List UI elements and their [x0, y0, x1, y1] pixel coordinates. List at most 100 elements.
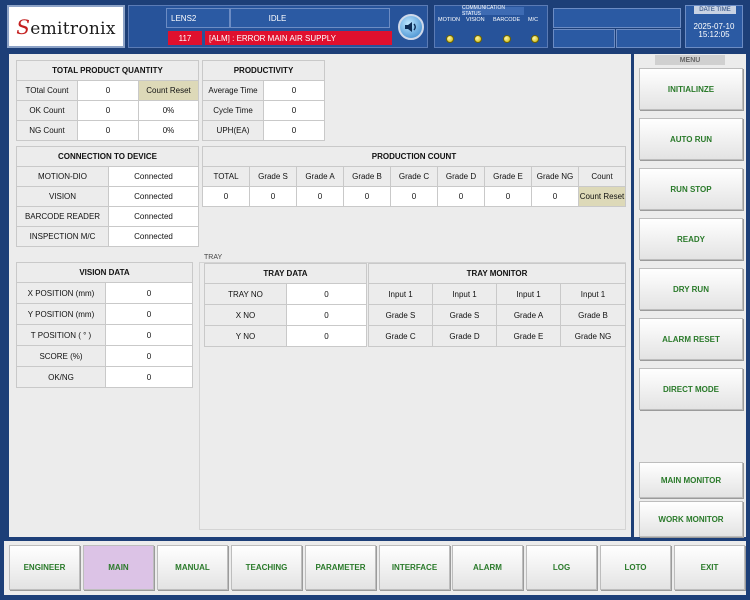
device-label: VISION — [16, 186, 109, 207]
nav-manual-button[interactable]: MANUAL — [157, 545, 228, 590]
nav-interface-button[interactable]: INTERFACE — [379, 545, 450, 590]
speaker-icon — [405, 22, 416, 32]
connection-title: CONNECTION TO DEVICE — [16, 146, 199, 167]
product-qty-value: 0 — [77, 100, 139, 121]
ready-button[interactable]: READY — [639, 218, 743, 260]
vision-data-title: VISION DATA — [16, 262, 193, 283]
auto-run-button[interactable]: AUTO RUN — [639, 118, 743, 160]
count-reset-button[interactable]: Count Reset — [138, 80, 199, 101]
total-product-quantity-table: TOTAL PRODUCT QUANTITY TOtal Count 0 Cou… — [16, 60, 199, 141]
mc-led-icon — [531, 35, 539, 43]
tray-data-title: TRAY DATA — [204, 263, 367, 284]
tray-monitor-cell: Grade NG — [560, 325, 626, 347]
main-panel: TOTAL PRODUCT QUANTITY TOtal Count 0 Cou… — [9, 54, 631, 537]
production-count-reset-button[interactable]: Count Reset — [578, 186, 626, 207]
run-stop-button[interactable]: RUN STOP — [639, 168, 743, 210]
nav-alarm-button[interactable]: ALARM — [452, 545, 523, 590]
productivity-label: UPH(EA) — [202, 120, 264, 141]
vision-value: 0 — [105, 303, 193, 325]
tray-monitor-cell: Grade C — [368, 325, 433, 347]
production-header: Count — [578, 166, 626, 187]
menu-title: MENU — [655, 55, 725, 65]
tray-monitor-cell: Grade A — [496, 304, 561, 326]
product-qty-label: TOtal Count — [16, 80, 78, 101]
logo-text: Semitronix — [16, 14, 116, 39]
comm-label-mc: M/C — [528, 17, 539, 23]
device-label: INSPECTION M/C — [16, 226, 109, 247]
tray-data-value: 0 — [286, 283, 367, 305]
tray-monitor-cell: Grade D — [432, 325, 497, 347]
product-qty-value: 0 — [77, 80, 139, 101]
tray-data-label: Y NO — [204, 325, 287, 347]
device-status: Connected — [108, 186, 199, 207]
nav-parameter-button[interactable]: PARAMETER — [305, 545, 376, 590]
nav-teaching-button[interactable]: TEACHING — [231, 545, 302, 590]
vision-label: SCORE (%) — [16, 345, 106, 367]
tray-data-value: 0 — [286, 304, 367, 326]
dry-run-button[interactable]: DRY RUN — [639, 268, 743, 310]
machine-state: IDLE — [230, 8, 390, 28]
tray-data-table: TRAY DATA TRAY NO 0 X NO 0 Y NO 0 — [204, 263, 367, 347]
main-monitor-button[interactable]: MAIN MONITOR — [639, 462, 743, 498]
productivity-table: PRODUCTIVITY Average Time 0 Cycle Time 0… — [202, 60, 325, 141]
tray-data-label: X NO — [204, 304, 287, 326]
production-count-table: PRODUCTION COUNT TOTAL Grade S Grade A G… — [202, 146, 626, 207]
nav-loto-button[interactable]: LOTO — [600, 545, 671, 590]
production-header: Grade A — [296, 166, 344, 187]
tray-monitor-cell: Input 1 — [432, 283, 497, 305]
direct-mode-button[interactable]: DIRECT MODE — [639, 368, 743, 410]
header-blank-left — [553, 29, 615, 48]
productivity-value: 0 — [263, 80, 325, 101]
motion-led-icon — [446, 35, 454, 43]
device-label: MOTION-DIO — [16, 166, 109, 187]
device-label: BARCODE READER — [16, 206, 109, 227]
production-header: Grade B — [343, 166, 391, 187]
productivity-value: 0 — [263, 120, 325, 141]
tray-monitor-cell: Grade E — [496, 325, 561, 347]
production-header: Grade NG — [531, 166, 579, 187]
tray-data-label: TRAY NO — [204, 283, 287, 305]
vision-value: 0 — [105, 282, 193, 304]
current-time: 15:12:05 — [698, 30, 730, 39]
nav-engineer-button[interactable]: ENGINEER — [9, 545, 80, 590]
nav-exit-button[interactable]: EXIT — [674, 545, 745, 590]
productivity-label: Average Time — [202, 80, 264, 101]
product-qty-label: NG Count — [16, 120, 78, 141]
production-value: 0 — [202, 186, 250, 207]
device-status: Connected — [108, 206, 199, 227]
production-count-title: PRODUCTION COUNT — [202, 146, 626, 167]
comm-label-motion: MOTION — [438, 17, 460, 23]
model-name: LENS2 — [166, 8, 230, 28]
production-value: 0 — [343, 186, 391, 207]
production-header: Grade D — [437, 166, 485, 187]
work-monitor-button[interactable]: WORK MONITOR — [639, 501, 743, 537]
vision-data-table: VISION DATA X POSITION (mm) 0 Y POSITION… — [16, 262, 193, 388]
nav-main-button[interactable]: MAIN — [83, 545, 154, 590]
vision-led-icon — [474, 35, 482, 43]
connection-table: CONNECTION TO DEVICE MOTION-DIO Connecte… — [16, 146, 199, 247]
tray-monitor-cell: Input 1 — [496, 283, 561, 305]
nav-log-button[interactable]: LOG — [526, 545, 597, 590]
tray-monitor-cell: Grade S — [432, 304, 497, 326]
tray-monitor-cell: Input 1 — [560, 283, 626, 305]
product-qty-value: 0 — [77, 120, 139, 141]
tray-monitor-cell: Input 1 — [368, 283, 433, 305]
tray-group-label: TRAY — [204, 254, 223, 261]
alarm-message[interactable]: [ALM] : ERROR MAIN AIR SUPPLY — [205, 31, 392, 45]
tray-monitor-cell: Grade S — [368, 304, 433, 326]
product-qty-title: TOTAL PRODUCT QUANTITY — [16, 60, 199, 81]
production-value: 0 — [249, 186, 297, 207]
productivity-value: 0 — [263, 100, 325, 121]
product-qty-percent: 0% — [138, 100, 199, 121]
speaker-button[interactable] — [398, 14, 424, 40]
alarm-reset-button[interactable]: ALARM RESET — [639, 318, 743, 360]
initialize-button[interactable]: INITIALINZE — [639, 68, 743, 110]
production-value: 0 — [531, 186, 579, 207]
vision-label: X POSITION (mm) — [16, 282, 106, 304]
vision-label: T POSITION ( ° ) — [16, 324, 106, 346]
comm-label-vision: VISION — [466, 17, 485, 23]
productivity-label: Cycle Time — [202, 100, 264, 121]
company-logo: Semitronix — [7, 5, 125, 48]
comm-label-barcode: BARCODE — [493, 17, 521, 23]
production-value: 0 — [296, 186, 344, 207]
